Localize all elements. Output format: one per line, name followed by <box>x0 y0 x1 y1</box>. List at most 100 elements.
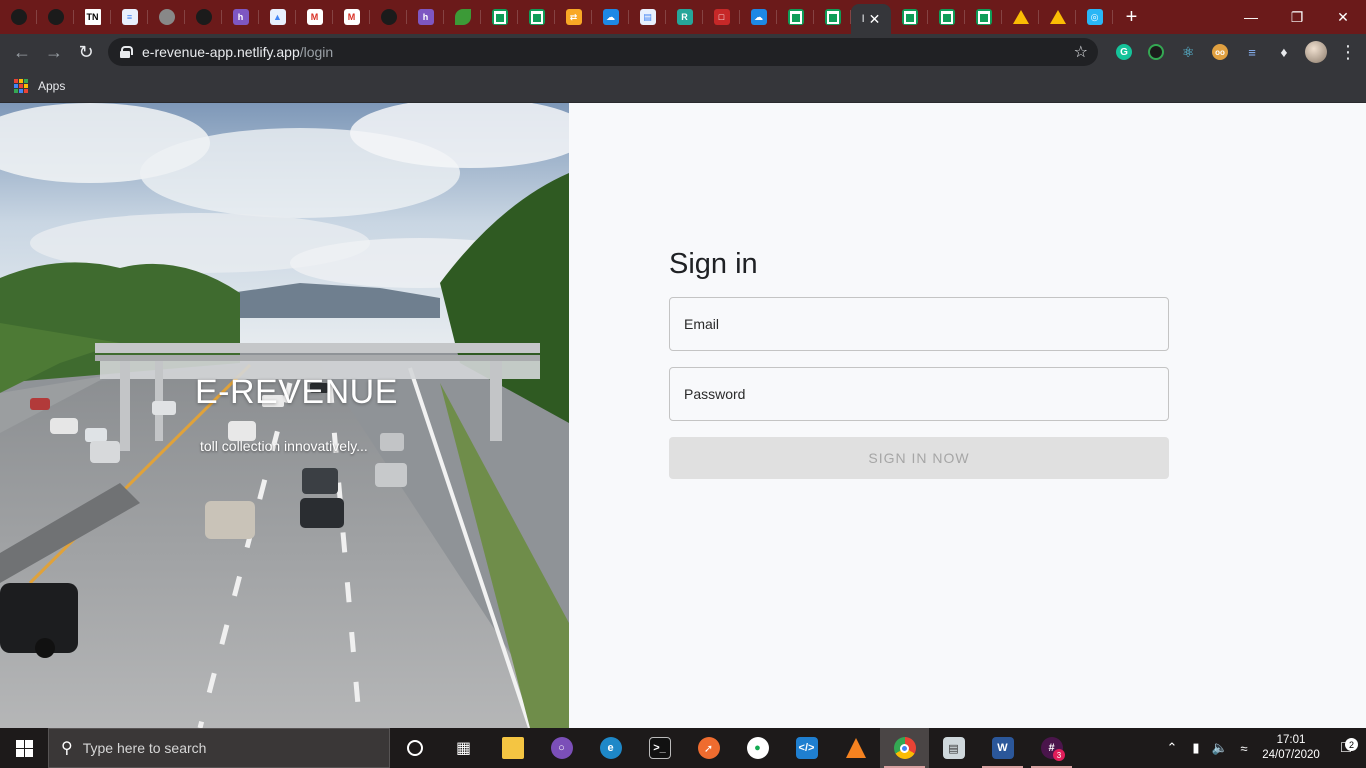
tray-chevron-icon[interactable]: ⌃ <box>1160 740 1184 756</box>
cortana-icon[interactable] <box>390 728 439 768</box>
sheets-icon <box>824 9 841 25</box>
address-bar[interactable]: e-revenue-app.netlify.app/login ☆ <box>108 38 1098 66</box>
hyper-terminal-icon[interactable]: ○ <box>537 728 586 768</box>
menu-dots-icon[interactable]: ⋮ <box>1332 42 1364 63</box>
browser-toolbar: ← → ↻ e-revenue-app.netlify.app/login ☆ … <box>0 34 1366 70</box>
tn-icon: TN <box>84 9 101 25</box>
battery-icon[interactable]: ▮ <box>1184 740 1208 756</box>
tab-favicon: I <box>861 13 865 25</box>
minimize-icon[interactable]: — <box>1228 0 1274 34</box>
browser-tab-20[interactable]: ☁ <box>740 0 777 34</box>
chrome-taskbar-icon[interactable] <box>880 728 929 768</box>
bookmarks-bar: Apps <box>0 70 1366 103</box>
tab-active-e-revenue[interactable]: I ✕ <box>851 4 891 34</box>
browser-tab-9[interactable]: M <box>333 0 370 34</box>
apps-grid-icon[interactable] <box>14 79 28 93</box>
r-icon: R <box>676 9 693 25</box>
browser-tab-3[interactable]: ≡ <box>111 0 148 34</box>
grammarly-icon[interactable]: G <box>1108 36 1140 68</box>
document-icon: ≡ <box>121 9 138 25</box>
browser-tab-right-3[interactable] <box>1002 0 1039 34</box>
browser-tab-22[interactable] <box>814 0 851 34</box>
browser-tab-right-5[interactable]: ◎ <box>1076 0 1113 34</box>
sheets-icon <box>975 9 992 25</box>
url-host: e-revenue-app.netlify.app <box>142 44 300 60</box>
postman-icon[interactable]: ➚ <box>684 728 733 768</box>
email-placeholder: Email <box>684 316 720 332</box>
windows-taskbar: ⚲ Type here to search ▦ ○ e >_ ➚ ● </> ▤… <box>0 728 1366 768</box>
search-placeholder: Type here to search <box>82 740 207 756</box>
drive-icon <box>1012 10 1029 24</box>
email-field[interactable]: Email <box>669 297 1169 351</box>
browser-tab-21[interactable] <box>777 0 814 34</box>
gmail-icon: M <box>306 9 323 25</box>
list-icon[interactable]: ≡ <box>1236 36 1268 68</box>
browser-tab-1[interactable] <box>37 0 74 34</box>
sheets-icon <box>491 9 508 25</box>
tab-close-icon[interactable]: ✕ <box>869 11 881 28</box>
browser-tab-13[interactable] <box>481 0 518 34</box>
forward-arrow-icon[interactable]: → <box>38 36 70 68</box>
browser-tab-right-0[interactable] <box>891 0 928 34</box>
new-tab-button[interactable]: + <box>1113 6 1150 29</box>
close-window-icon[interactable]: ✕ <box>1320 0 1366 34</box>
system-tray: ⌃ ▮ 🔈 ≈ 17:01 24/07/2020 □ 2 <box>1160 728 1366 768</box>
terminal-icon[interactable]: >_ <box>635 728 684 768</box>
edge-icon[interactable]: e <box>586 728 635 768</box>
signin-heading: Sign in <box>669 248 758 280</box>
browser-tab-5[interactable] <box>185 0 222 34</box>
browser-tab-right-4[interactable] <box>1039 0 1076 34</box>
file-explorer-icon[interactable] <box>488 728 537 768</box>
browser-tab-16[interactable]: ☁ <box>592 0 629 34</box>
lock-icon[interactable] <box>120 46 133 58</box>
browser-tab-11[interactable]: h <box>407 0 444 34</box>
drive-icon <box>1049 10 1066 24</box>
vscode-icon[interactable]: </> <box>782 728 831 768</box>
browser-tab-2[interactable]: TN <box>74 0 111 34</box>
profile-avatar[interactable] <box>1300 36 1332 68</box>
volume-icon[interactable]: 🔈 <box>1208 740 1232 756</box>
puzzle-extensions-icon[interactable]: ♦ <box>1268 36 1300 68</box>
start-button[interactable] <box>0 728 48 768</box>
hero-title: E-REVENUE <box>195 373 398 411</box>
wifi-icon[interactable]: ≈ <box>1232 741 1256 756</box>
notepad-icon[interactable]: ▤ <box>929 728 978 768</box>
browser-tab-12[interactable] <box>444 0 481 34</box>
task-view-icon[interactable]: ▦ <box>439 728 488 768</box>
slack-icon[interactable]: # 3 <box>1027 728 1076 768</box>
search-icon: ⚲ <box>61 740 73 757</box>
signin-button[interactable]: SIGN IN NOW <box>669 437 1169 479</box>
mongodb-compass-icon[interactable]: ● <box>733 728 782 768</box>
restore-icon[interactable]: ❐ <box>1274 0 1320 34</box>
browser-tab-right-2[interactable] <box>965 0 1002 34</box>
vlc-icon[interactable] <box>831 728 880 768</box>
globe-icon <box>158 9 175 25</box>
browser-tab-14[interactable] <box>518 0 555 34</box>
browser-tab-18[interactable]: R <box>666 0 703 34</box>
browser-tab-17[interactable]: ▤ <box>629 0 666 34</box>
clock[interactable]: 17:01 24/07/2020 <box>1256 733 1326 763</box>
browser-tab-4[interactable] <box>148 0 185 34</box>
word-icon[interactable]: W <box>978 728 1027 768</box>
browser-tab-19[interactable]: □ <box>703 0 740 34</box>
reload-icon[interactable]: ↻ <box>70 36 102 68</box>
notification-center-icon[interactable]: □ 2 <box>1326 738 1366 757</box>
bookmark-star-icon[interactable]: ☆ <box>1074 42 1088 62</box>
target-icon[interactable] <box>1140 36 1172 68</box>
browser-tab-6[interactable]: h <box>222 0 259 34</box>
browser-tab-0[interactable] <box>0 0 37 34</box>
taskbar-search[interactable]: ⚲ Type here to search <box>48 728 390 768</box>
browser-tab-right-1[interactable] <box>928 0 965 34</box>
react-icon[interactable]: ⚛ <box>1172 36 1204 68</box>
browser-tab-7[interactable]: ▲ <box>259 0 296 34</box>
password-field[interactable]: Password <box>669 367 1169 421</box>
browser-tab-10[interactable] <box>370 0 407 34</box>
password-placeholder: Password <box>684 386 746 402</box>
glasses-icon[interactable]: oo <box>1204 36 1236 68</box>
github-icon <box>10 9 27 25</box>
browser-tab-8[interactable]: M <box>296 0 333 34</box>
browser-tab-strip: TN ≡ h ▲ M Mh ⇄ ☁ ▤ R □ ☁ I ✕ ◎ + — ❐ ✕ <box>0 0 1366 34</box>
bookmark-apps[interactable]: Apps <box>38 79 65 93</box>
back-arrow-icon[interactable]: ← <box>6 36 38 68</box>
browser-tab-15[interactable]: ⇄ <box>555 0 592 34</box>
